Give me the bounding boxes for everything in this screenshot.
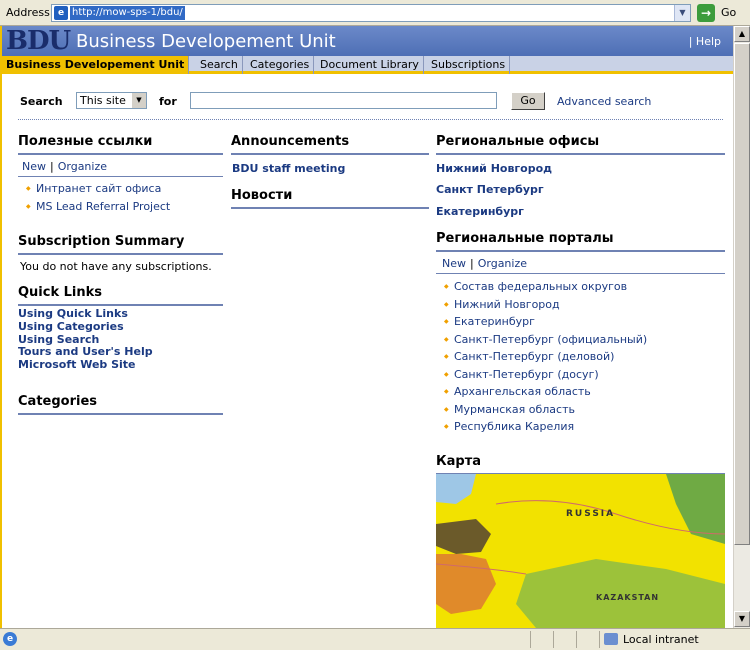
browser-go-button[interactable]: → Go: [697, 4, 745, 22]
site-title: Business Developement Unit: [76, 31, 336, 52]
announcements-title: Announcements: [231, 134, 429, 155]
news-title: Новости: [231, 188, 429, 209]
tab-search[interactable]: Search: [196, 56, 243, 74]
status-cell: [576, 631, 598, 648]
list-item[interactable]: Мурманская область: [444, 401, 724, 419]
list-item[interactable]: Нижний Новгород: [444, 296, 724, 314]
new-portal-button[interactable]: New: [442, 257, 466, 270]
scroll-up-icon[interactable]: ▲: [734, 26, 750, 42]
map-title: Карта: [436, 454, 725, 475]
portal-link[interactable]: Санкт-Петербург (деловой): [454, 350, 614, 363]
regional-portals-list: Состав федеральных округов Нижний Новгор…: [444, 278, 724, 436]
subscription-summary-title: Subscription Summary: [18, 234, 223, 255]
new-link-button[interactable]: New: [22, 160, 46, 173]
list-item[interactable]: Интранет сайт офиса: [26, 180, 226, 198]
map-image: RUSSIA KAZAKSTAN: [436, 474, 725, 628]
organize-links-button[interactable]: Organize: [58, 160, 107, 173]
top-nav: Business Developement Unit Search Catego…: [2, 56, 733, 74]
portal-link[interactable]: Санкт-Петербург (официальный): [454, 333, 647, 346]
list-item[interactable]: Санкт-Петербург (досуг): [444, 366, 724, 384]
search-scope-value: This site: [80, 94, 126, 107]
portal-link[interactable]: Республика Карелия: [454, 420, 574, 433]
list-item[interactable]: Архангельская область: [444, 383, 724, 401]
help-label[interactable]: Help: [696, 35, 721, 48]
site-banner: BDU Business Developement Unit | Help: [2, 26, 733, 56]
quick-link-using-quick-links[interactable]: Using Quick Links: [18, 307, 223, 321]
address-label: Address: [6, 6, 50, 19]
quick-links-list: Using Quick Links Using Categories Using…: [18, 307, 223, 372]
search-scope-select[interactable]: This site ▼: [76, 92, 147, 109]
address-bar: Address e http://mow-sps-1/bdu/ ▼ → Go: [0, 0, 750, 26]
subscription-summary-text: You do not have any subscriptions.: [20, 260, 212, 273]
quick-link-using-categories[interactable]: Using Categories: [18, 320, 223, 334]
list-item[interactable]: Состав федеральных округов: [444, 278, 724, 296]
quick-link-microsoft-web-site[interactable]: Microsoft Web Site: [18, 358, 223, 372]
region-map[interactable]: RUSSIA KAZAKSTAN: [436, 474, 725, 628]
security-zone-label: Local intranet: [623, 633, 699, 646]
address-input[interactable]: e http://mow-sps-1/bdu/ ▼: [51, 4, 691, 22]
status-bar: e Local intranet: [0, 628, 750, 650]
list-item[interactable]: Республика Карелия: [444, 418, 724, 436]
search-go-button[interactable]: Go: [511, 92, 545, 110]
go-arrow-icon: →: [697, 4, 715, 22]
announcement-item[interactable]: BDU staff meeting: [232, 162, 345, 175]
browser-go-label: Go: [721, 6, 737, 19]
portal-link[interactable]: Нижний Новгород: [454, 298, 560, 311]
quick-links-title: Quick Links: [18, 285, 223, 306]
office-yekaterinburg[interactable]: Екатеринбург: [436, 205, 524, 218]
portal-link[interactable]: Екатеринбург: [454, 315, 535, 328]
address-url[interactable]: http://mow-sps-1/bdu/: [70, 6, 185, 20]
page-viewport: BDU Business Developement Unit | Help Bu…: [0, 26, 733, 628]
office-nizhny-novgorod[interactable]: Нижний Новгород: [436, 162, 552, 175]
useful-link[interactable]: Интранет сайт офиса: [36, 182, 161, 195]
categories-title: Categories: [18, 394, 223, 415]
tab-document-library[interactable]: Document Library: [316, 56, 424, 74]
address-dropdown-icon[interactable]: ▼: [674, 5, 690, 21]
regional-portals-title: Региональные порталы: [436, 231, 725, 252]
list-item[interactable]: MS Lead Referral Project: [26, 198, 226, 216]
page-favicon-icon: e: [54, 6, 68, 20]
portal-link[interactable]: Санкт-Петербург (досуг): [454, 368, 599, 381]
intranet-zone-icon: [604, 633, 618, 645]
search-label: Search: [20, 95, 63, 108]
vertical-scrollbar[interactable]: ▲ ▼: [733, 26, 750, 628]
advanced-search-link[interactable]: Advanced search: [557, 95, 651, 108]
portal-link[interactable]: Состав федеральных округов: [454, 280, 627, 293]
scroll-down-icon[interactable]: ▼: [734, 611, 750, 627]
help-link[interactable]: | Help: [689, 35, 721, 48]
page-status-icon: e: [3, 632, 17, 646]
portal-link[interactable]: Мурманская область: [454, 403, 575, 416]
portal-link[interactable]: Архангельская область: [454, 385, 591, 398]
useful-links-list: Интранет сайт офиса MS Lead Referral Pro…: [26, 180, 226, 215]
list-item[interactable]: Екатеринбург: [444, 313, 724, 331]
status-cell: [553, 631, 575, 648]
search-input[interactable]: [190, 92, 497, 109]
regional-offices-title: Региональные офисы: [436, 134, 725, 155]
useful-links-title: Полезные ссылки: [18, 134, 223, 155]
organize-portals-button[interactable]: Organize: [478, 257, 527, 270]
regional-portals-toolbar: New | Organize: [436, 257, 725, 274]
useful-links-toolbar: New | Organize: [18, 160, 223, 177]
site-logo[interactable]: BDU: [6, 27, 71, 55]
useful-link[interactable]: MS Lead Referral Project: [36, 200, 170, 213]
tab-subscriptions[interactable]: Subscriptions: [427, 56, 511, 74]
scroll-thumb[interactable]: [734, 43, 750, 545]
map-label-russia: RUSSIA: [566, 509, 615, 519]
for-label: for: [159, 95, 177, 108]
search-bar: Search This site ▼ for Go Advanced searc…: [18, 90, 723, 120]
list-item[interactable]: Санкт-Петербург (официальный): [444, 331, 724, 349]
tab-categories[interactable]: Categories: [246, 56, 315, 74]
map-label-kazakhstan: KAZAKSTAN: [596, 593, 659, 602]
office-saint-petersburg[interactable]: Санкт Петербург: [436, 183, 544, 196]
status-cell: [530, 631, 552, 648]
tab-home[interactable]: Business Developement Unit: [2, 56, 190, 74]
list-item[interactable]: Санкт-Петербург (деловой): [444, 348, 724, 366]
chevron-down-icon[interactable]: ▼: [132, 93, 146, 108]
